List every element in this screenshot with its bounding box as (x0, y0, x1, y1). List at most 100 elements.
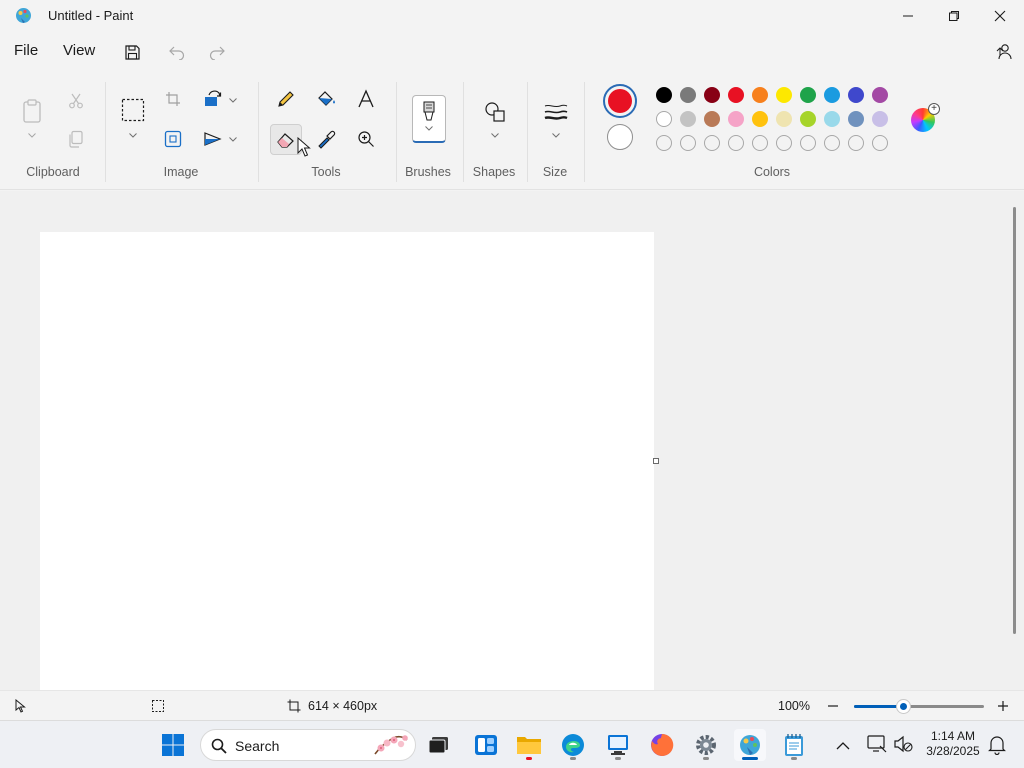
active-indicator (742, 757, 758, 760)
palette-color-swatch[interactable] (680, 111, 696, 127)
palette-color-swatch[interactable] (800, 111, 816, 127)
settings-button[interactable] (690, 729, 722, 761)
select-icon[interactable] (117, 94, 149, 126)
canvas-resize-handle[interactable] (653, 458, 659, 464)
restore-button[interactable] (931, 0, 977, 32)
save-icon[interactable] (121, 41, 143, 63)
vertical-scrollbar[interactable] (1013, 207, 1016, 634)
group-label-size: Size (542, 165, 568, 179)
size-icon[interactable] (540, 96, 572, 128)
palette-color-swatch[interactable] (752, 111, 768, 127)
start-button[interactable] (157, 729, 189, 761)
menu-view[interactable]: View (63, 42, 95, 59)
palette-color-swatch[interactable] (776, 87, 792, 103)
task-view-button[interactable] (423, 729, 455, 761)
palette-color-swatch[interactable] (872, 111, 888, 127)
secondary-color-swatch[interactable] (607, 124, 633, 150)
close-button[interactable] (977, 0, 1023, 32)
copy-icon[interactable] (61, 124, 91, 154)
show-hidden-icons-chevron[interactable] (836, 739, 850, 754)
undo-icon[interactable] (166, 41, 188, 63)
cut-icon[interactable] (61, 86, 91, 116)
zoom-slider-thumb[interactable] (897, 700, 911, 713)
magnifier-icon[interactable] (351, 124, 381, 154)
custom-color-slot[interactable] (728, 135, 744, 151)
taskbar-search-box[interactable]: Search (200, 729, 416, 761)
display-network-icon[interactable] (867, 735, 887, 756)
zoom-out-icon[interactable] (826, 699, 840, 716)
custom-color-slot[interactable] (704, 135, 720, 151)
edit-colors-icon[interactable]: + (911, 103, 940, 132)
custom-color-slot[interactable] (800, 135, 816, 151)
drawing-canvas[interactable] (40, 232, 654, 690)
palette-color-swatch[interactable] (656, 111, 672, 127)
user-account-icon[interactable] (993, 41, 1015, 63)
pencil-icon[interactable] (271, 84, 301, 114)
zoom-in-icon[interactable] (996, 699, 1010, 716)
custom-color-slot[interactable] (824, 135, 840, 151)
file-explorer-button[interactable] (513, 729, 545, 761)
running-indicator (703, 757, 709, 760)
rotate-chevron-icon[interactable] (228, 95, 238, 105)
palette-color-swatch[interactable] (800, 87, 816, 103)
text-icon[interactable] (351, 84, 381, 114)
size-chevron-icon[interactable] (551, 130, 561, 140)
paint-icon (740, 735, 760, 755)
color-picker-icon[interactable] (311, 124, 341, 154)
status-bar: 614 × 460px 100% (0, 690, 1024, 720)
zoom-slider[interactable] (854, 700, 984, 713)
menu-file[interactable]: File (14, 42, 38, 59)
palette-color-swatch[interactable] (704, 111, 720, 127)
fill-bucket-icon[interactable] (311, 84, 341, 114)
volume-muted-icon[interactable] (893, 735, 913, 756)
notepad-button[interactable] (778, 729, 810, 761)
palette-color-swatch[interactable] (824, 87, 840, 103)
taskbar-clock[interactable]: 1:14 AM 3/28/2025 (920, 729, 986, 759)
palette-color-swatch[interactable] (824, 111, 840, 127)
palette-color-swatch[interactable] (680, 87, 696, 103)
minimize-button[interactable] (885, 0, 931, 32)
custom-color-slot[interactable] (776, 135, 792, 151)
ribbon-divider (105, 82, 106, 182)
custom-color-slot[interactable] (752, 135, 768, 151)
edge-browser-button[interactable] (557, 729, 589, 761)
windows-logo-icon (162, 734, 184, 756)
primary-color-swatch[interactable] (603, 84, 637, 118)
custom-color-slot[interactable] (656, 135, 672, 151)
crop-icon[interactable] (158, 84, 188, 114)
flip-icon[interactable] (198, 124, 228, 154)
select-chevron-icon[interactable] (128, 130, 138, 140)
custom-color-slot[interactable] (872, 135, 888, 151)
task-view-icon (428, 737, 448, 754)
brushes-button[interactable] (412, 95, 446, 143)
palette-color-swatch[interactable] (656, 87, 672, 103)
paint-taskbar-button[interactable] (734, 729, 766, 761)
resize-icon[interactable] (158, 124, 188, 154)
palette-color-swatch[interactable] (848, 87, 864, 103)
firefox-button[interactable] (646, 729, 678, 761)
rotate-icon[interactable] (198, 84, 228, 114)
remote-desktop-icon (608, 735, 628, 755)
shapes-icon[interactable] (479, 96, 511, 128)
flip-chevron-icon[interactable] (228, 134, 238, 144)
palette-color-swatch[interactable] (752, 87, 768, 103)
widgets-button[interactable] (470, 729, 502, 761)
paste-chevron-icon[interactable] (27, 130, 37, 140)
palette-color-swatch[interactable] (704, 87, 720, 103)
palette-color-swatch[interactable] (776, 111, 792, 127)
palette-color-swatch[interactable] (848, 111, 864, 127)
notifications-icon[interactable] (988, 735, 1006, 758)
running-indicator (791, 757, 797, 760)
palette-color-swatch[interactable] (728, 111, 744, 127)
zoom-level-text[interactable]: 100% (778, 699, 810, 713)
shapes-chevron-icon[interactable] (490, 130, 500, 140)
group-label-image: Image (163, 165, 199, 179)
custom-color-slot[interactable] (680, 135, 696, 151)
remote-desktop-button[interactable] (602, 729, 634, 761)
mouse-cursor-icon (297, 137, 311, 157)
paste-icon[interactable] (17, 94, 47, 128)
palette-color-swatch[interactable] (728, 87, 744, 103)
palette-color-swatch[interactable] (872, 87, 888, 103)
custom-color-slot[interactable] (848, 135, 864, 151)
redo-icon[interactable] (206, 41, 228, 63)
